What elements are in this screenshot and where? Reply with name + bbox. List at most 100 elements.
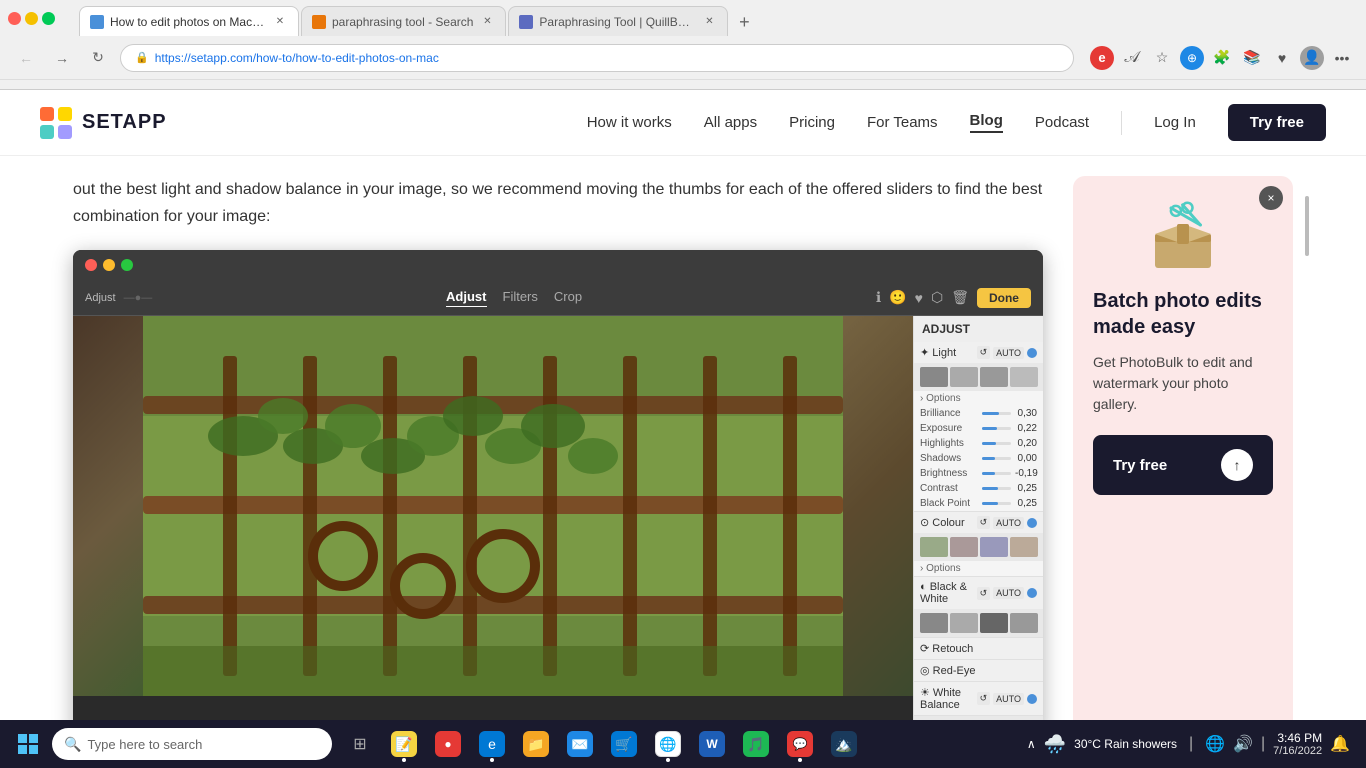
bw-section-title[interactable]: ◐ Black & White ↺ AUTO: [914, 577, 1043, 609]
wb-auto[interactable]: ↺: [977, 692, 991, 705]
nav-pricing[interactable]: Pricing: [789, 114, 835, 131]
toolbar-filters[interactable]: Filters: [503, 289, 538, 307]
fence-image: [73, 316, 913, 696]
mail-icon[interactable]: ✉️: [560, 724, 600, 764]
thumb-4[interactable]: [1010, 367, 1038, 387]
notification-icon[interactable]: 🔔: [1330, 734, 1350, 754]
nav-podcast[interactable]: Podcast: [1035, 114, 1089, 131]
notes-icon[interactable]: 📝: [384, 724, 424, 764]
ad-try-free-btn[interactable]: Try free ↑: [1093, 435, 1273, 495]
network-icon[interactable]: 🌐: [1205, 734, 1225, 754]
read-aloud-icon[interactable]: 𝒜: [1120, 46, 1144, 70]
address-input[interactable]: 🔒 https://setapp.com/how-to/how-to-edit-…: [120, 44, 1074, 72]
light-section-title[interactable]: ✦ Light ↺ AUTO: [914, 342, 1043, 363]
setapp-logo[interactable]: SETAPP: [40, 107, 167, 139]
scroll-top-btn[interactable]: ↑: [1221, 449, 1253, 481]
window-minimize-btn[interactable]: [25, 12, 38, 25]
tab-close-1[interactable]: ✕: [272, 14, 288, 30]
info-icon[interactable]: ℹ: [876, 289, 881, 306]
bw-auto[interactable]: ↺: [977, 587, 991, 600]
profile-icon[interactable]: 👤: [1300, 46, 1324, 70]
search-bar[interactable]: 🔍 Type here to search: [52, 728, 332, 760]
exposure-slider[interactable]: [982, 427, 1011, 430]
share-icon[interactable]: ⬡: [931, 289, 943, 306]
back-btn[interactable]: ←: [12, 44, 40, 72]
bw-thumb-1[interactable]: [920, 613, 948, 633]
colour-thumb-2[interactable]: [950, 537, 978, 557]
brightness-slider[interactable]: [982, 472, 1011, 475]
heart-icon[interactable]: ♥: [1270, 46, 1294, 70]
tab-2[interactable]: paraphrasing tool - Search ✕: [301, 6, 506, 36]
shadows-slider[interactable]: [982, 457, 1011, 460]
nav-for-teams[interactable]: For Teams: [867, 114, 938, 131]
bw-thumb-4[interactable]: [1010, 613, 1038, 633]
contrast-slider[interactable]: [982, 487, 1011, 490]
trash-icon[interactable]: 🗑: [951, 289, 969, 306]
messenger-icon[interactable]: 💬: [780, 724, 820, 764]
login-btn[interactable]: Log In: [1154, 114, 1196, 131]
chrome-icon[interactable]: 🌐: [648, 724, 688, 764]
wb-section-title[interactable]: ☀ White Balance ↺ AUTO: [914, 682, 1043, 715]
store-icon[interactable]: 🛒: [604, 724, 644, 764]
try-free-header-btn[interactable]: Try free: [1228, 104, 1326, 141]
colour-section-title[interactable]: ⊙ Colour ↺ AUTO: [914, 512, 1043, 533]
taskbar-edge-icon[interactable]: e: [472, 724, 512, 764]
collections-icon[interactable]: 📚: [1240, 46, 1264, 70]
ad-close-btn[interactable]: ×: [1259, 186, 1283, 210]
retouch-title[interactable]: ⟳ Retouch: [914, 638, 1043, 659]
heart-small-icon[interactable]: ♥: [915, 290, 923, 306]
toolbar-adjust[interactable]: Adjust: [446, 289, 486, 307]
red-app-icon[interactable]: ●: [428, 724, 468, 764]
colour-thumb-3[interactable]: [980, 537, 1008, 557]
tab-3[interactable]: Paraphrasing Tool | QuillBot AI ✕: [508, 6, 728, 36]
word-icon[interactable]: W: [692, 724, 732, 764]
nav-how-it-works[interactable]: How it works: [587, 114, 672, 131]
emoji-icon[interactable]: 🙂: [889, 289, 906, 306]
toolbar-crop[interactable]: Crop: [554, 289, 582, 307]
mac-close-dot[interactable]: [85, 259, 97, 271]
thumb-2[interactable]: [950, 367, 978, 387]
colour-thumb-1[interactable]: [920, 537, 948, 557]
thumb-1[interactable]: [920, 367, 948, 387]
extensions-icon[interactable]: 🧩: [1210, 46, 1234, 70]
tab-1[interactable]: How to edit photos on Mac 202… ✕: [79, 6, 299, 36]
bw-thumb-3[interactable]: [980, 613, 1008, 633]
new-tab-btn[interactable]: +: [730, 8, 758, 36]
highlights-slider[interactable]: [982, 442, 1011, 445]
more-icon[interactable]: •••: [1330, 46, 1354, 70]
light-options[interactable]: › Options: [914, 391, 1043, 406]
tab-close-2[interactable]: ✕: [479, 14, 495, 30]
brilliance-slider[interactable]: [982, 412, 1011, 415]
colour-options[interactable]: › Options: [914, 561, 1043, 576]
tab-close-3[interactable]: ✕: [701, 14, 717, 30]
photos-icon[interactable]: 🏔️: [824, 724, 864, 764]
auto-btn[interactable]: ↺: [977, 346, 991, 359]
redeye-title[interactable]: ◎ Red-Eye: [914, 660, 1043, 681]
nav-all-apps[interactable]: All apps: [704, 114, 757, 131]
mac-fullscreen-dot[interactable]: [121, 259, 133, 271]
black-point-slider[interactable]: [982, 502, 1011, 505]
thumb-3[interactable]: [980, 367, 1008, 387]
tray-up-arrow[interactable]: ∧: [1027, 737, 1036, 751]
explorer-icon[interactable]: 📁: [516, 724, 556, 764]
colour-auto[interactable]: ↺: [977, 516, 991, 529]
window-close-btn[interactable]: [8, 12, 21, 25]
window-maximize-btn[interactable]: [42, 12, 55, 25]
mac-minimize-dot[interactable]: [103, 259, 115, 271]
settings-icon[interactable]: ⊕: [1180, 46, 1204, 70]
spotify-icon[interactable]: 🎵: [736, 724, 776, 764]
edge-active-dot: [490, 758, 494, 762]
start-button[interactable]: [8, 724, 48, 764]
refresh-btn[interactable]: ↻: [84, 44, 112, 72]
done-btn[interactable]: Done: [977, 288, 1031, 308]
taskview-btn[interactable]: ⊞: [340, 724, 380, 764]
forward-btn[interactable]: →: [48, 44, 76, 72]
bw-thumb-2[interactable]: [950, 613, 978, 633]
scroll-thumb: [1305, 196, 1309, 256]
nav-blog[interactable]: Blog: [970, 112, 1003, 133]
tray-clock[interactable]: 3:46 PM 7/16/2022: [1273, 731, 1322, 757]
colour-thumb-4[interactable]: [1010, 537, 1038, 557]
revert-btn[interactable]: Adjust: [85, 292, 116, 304]
favorites-icon[interactable]: ☆: [1150, 46, 1174, 70]
volume-icon[interactable]: 🔊: [1233, 734, 1253, 754]
